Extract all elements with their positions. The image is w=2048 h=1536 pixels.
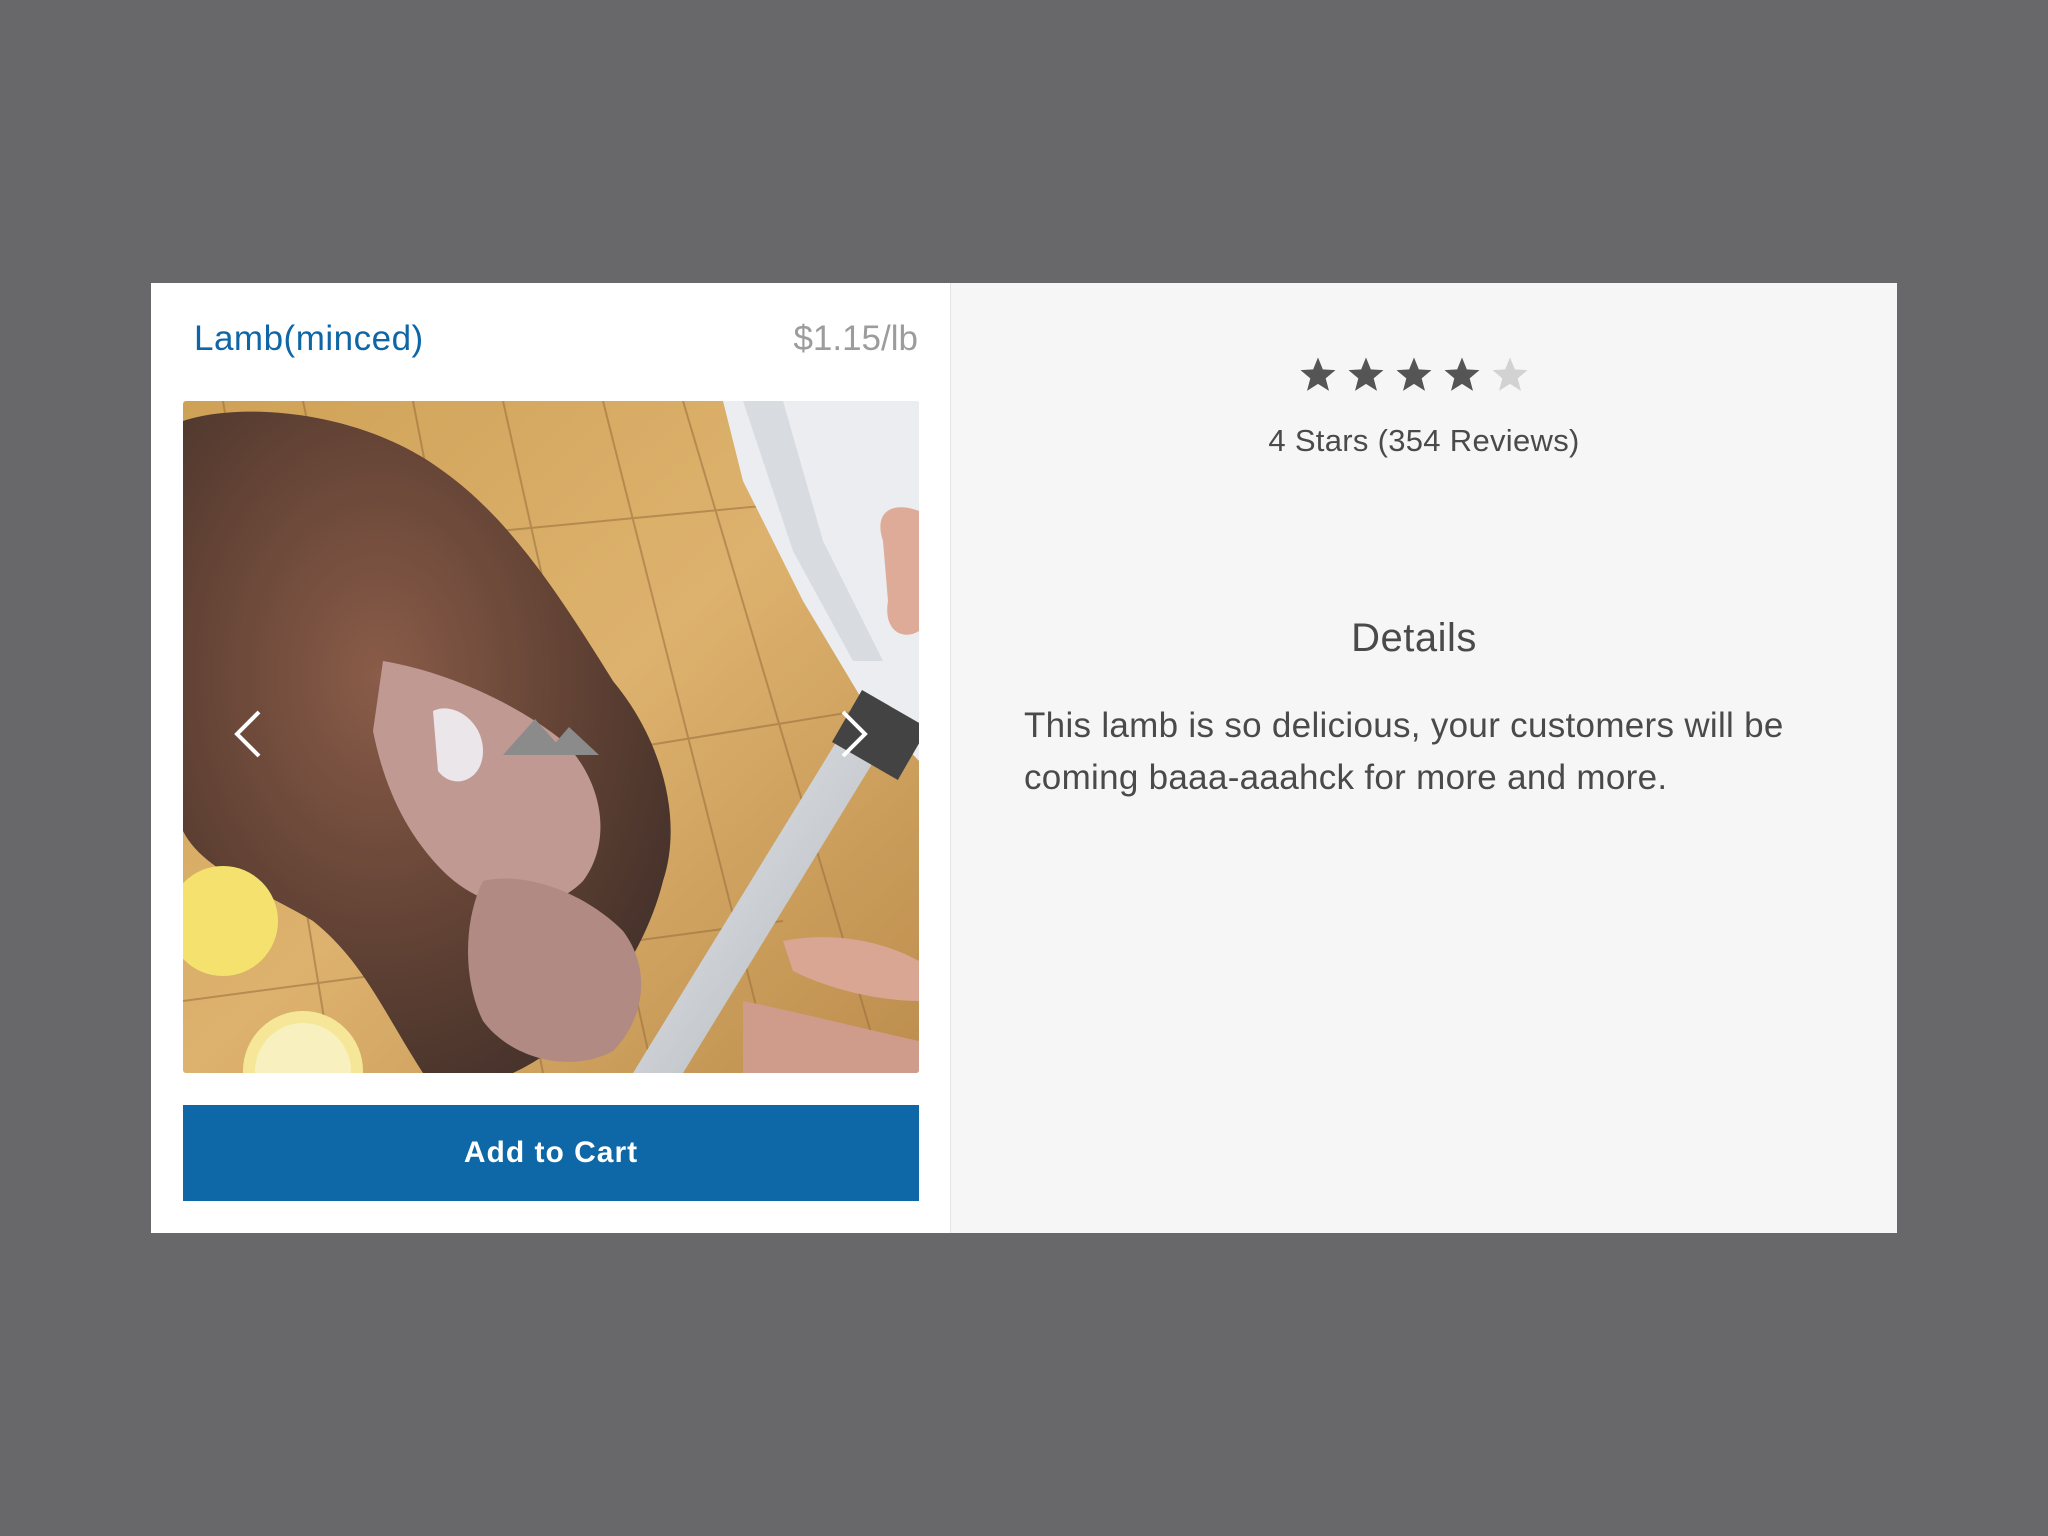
gallery-prev-button[interactable] — [218, 689, 278, 779]
product-info-panel: 4 Stars (354 Reviews) Details This lamb … — [951, 283, 1897, 1233]
gallery-next-button[interactable] — [824, 689, 884, 779]
chevron-right-icon — [841, 710, 868, 758]
product-name: Lamb(minced) — [194, 319, 424, 358]
rating-summary: 4 Stars (354 Reviews) — [1268, 423, 1580, 458]
product-card: Lamb(minced) $1.15/lb Add to Cart 4 Star… — [151, 283, 1897, 1233]
add-to-cart-button[interactable]: Add to Cart — [183, 1105, 919, 1201]
image-placeholder-icon — [503, 719, 599, 755]
star-rating — [931, 355, 1897, 395]
details-description: This lamb is so delicious, your customer… — [1024, 706, 1784, 797]
star-icon — [1348, 357, 1384, 391]
product-price: $1.15/lb — [793, 319, 918, 358]
star-empty-icon — [1492, 357, 1528, 391]
details-heading: Details — [1351, 616, 1477, 660]
product-image-gallery[interactable] — [183, 401, 919, 1073]
star-icon — [1300, 357, 1336, 391]
product-panel: Lamb(minced) $1.15/lb Add to Cart — [151, 283, 951, 1233]
chevron-left-icon — [234, 710, 261, 758]
star-icon — [1396, 357, 1432, 391]
star-icon — [1444, 357, 1480, 391]
rating: 4 Stars (354 Reviews) — [951, 355, 1897, 459]
